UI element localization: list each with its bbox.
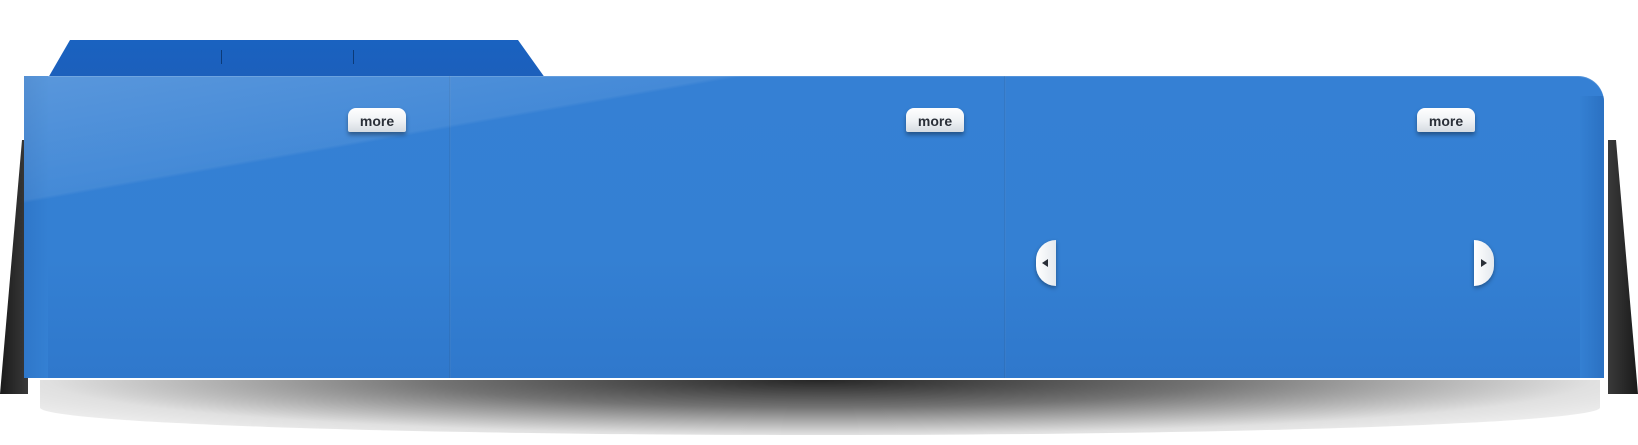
panel-gloss [24,76,1124,236]
chevron-left-icon [1042,259,1048,267]
more-button-1[interactable]: more [348,108,406,132]
panel-shadow [40,380,1600,435]
tab-divider [353,50,354,64]
more-button-3[interactable]: more [1417,108,1475,132]
column-separator [1004,76,1006,378]
content-slider: more more more [0,0,1638,445]
more-button-2[interactable]: more [906,108,964,132]
panel-right-edge [1580,96,1604,378]
slider-panel [24,76,1604,378]
column-separator [449,76,451,378]
chevron-right-icon [1481,259,1487,267]
panel-left-edge [24,76,48,378]
tab-divider [221,50,222,64]
panel-side-right [1608,140,1638,394]
